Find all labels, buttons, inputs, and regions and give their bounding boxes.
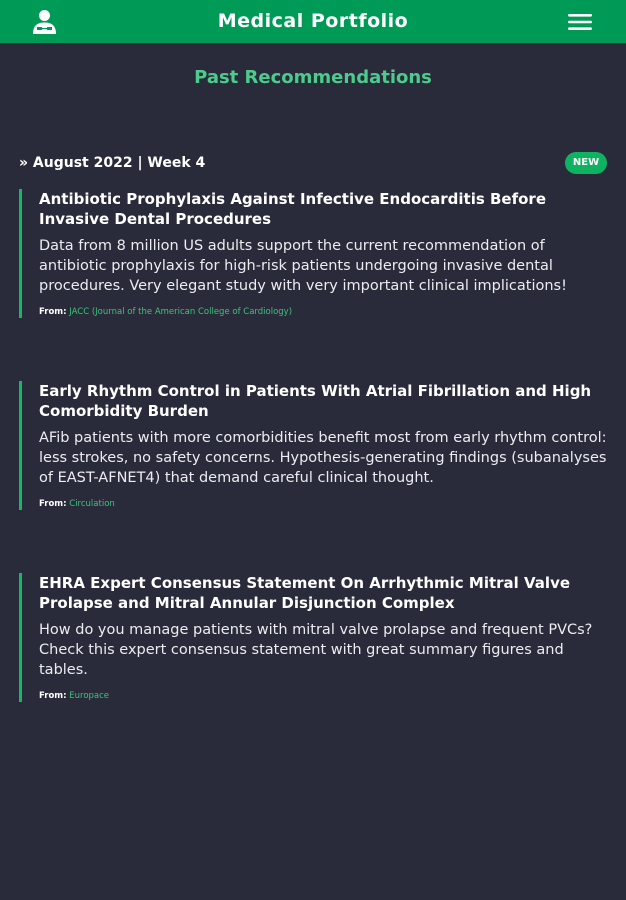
recommendation-card: Early Rhythm Control in Patients With At… bbox=[19, 381, 609, 510]
recommendation-card: Antibiotic Prophylaxis Against Infective… bbox=[19, 189, 609, 318]
top-app-bar: Medical Portfolio bbox=[0, 0, 626, 43]
page-title: Past Recommendations bbox=[194, 67, 432, 88]
app-title: Medical Portfolio bbox=[217, 10, 409, 32]
recommendation-summary: AFib patients with more comorbidities be… bbox=[39, 430, 607, 486]
new-badge: NEW bbox=[565, 152, 607, 174]
hamburger-menu-icon[interactable] bbox=[566, 12, 594, 32]
week-header: » August 2022 | Week 4 bbox=[19, 155, 206, 171]
from-label: From: bbox=[39, 499, 67, 509]
recommendation-title[interactable]: Antibiotic Prophylaxis Against Infective… bbox=[39, 189, 609, 229]
recommendation-source: From: Circulation bbox=[39, 498, 609, 510]
recommendation-card: EHRA Expert Consensus Statement On Arrhy… bbox=[19, 573, 609, 702]
recommendation-summary: How do you manage patients with mitral v… bbox=[39, 622, 593, 678]
source-link[interactable]: Circulation bbox=[69, 499, 115, 509]
from-label: From: bbox=[39, 691, 67, 701]
recommendation-title[interactable]: Early Rhythm Control in Patients With At… bbox=[39, 381, 609, 421]
source-link[interactable]: JACC (Journal of the American College of… bbox=[69, 307, 292, 317]
source-link[interactable]: Europace bbox=[69, 691, 109, 701]
recommendation-source: From: Europace bbox=[39, 690, 609, 702]
recommendation-source: From: JACC (Journal of the American Coll… bbox=[39, 306, 609, 318]
recommendation-title[interactable]: EHRA Expert Consensus Statement On Arrhy… bbox=[39, 573, 609, 613]
from-label: From: bbox=[39, 307, 67, 317]
recommendation-summary: Data from 8 million US adults support th… bbox=[39, 238, 567, 294]
